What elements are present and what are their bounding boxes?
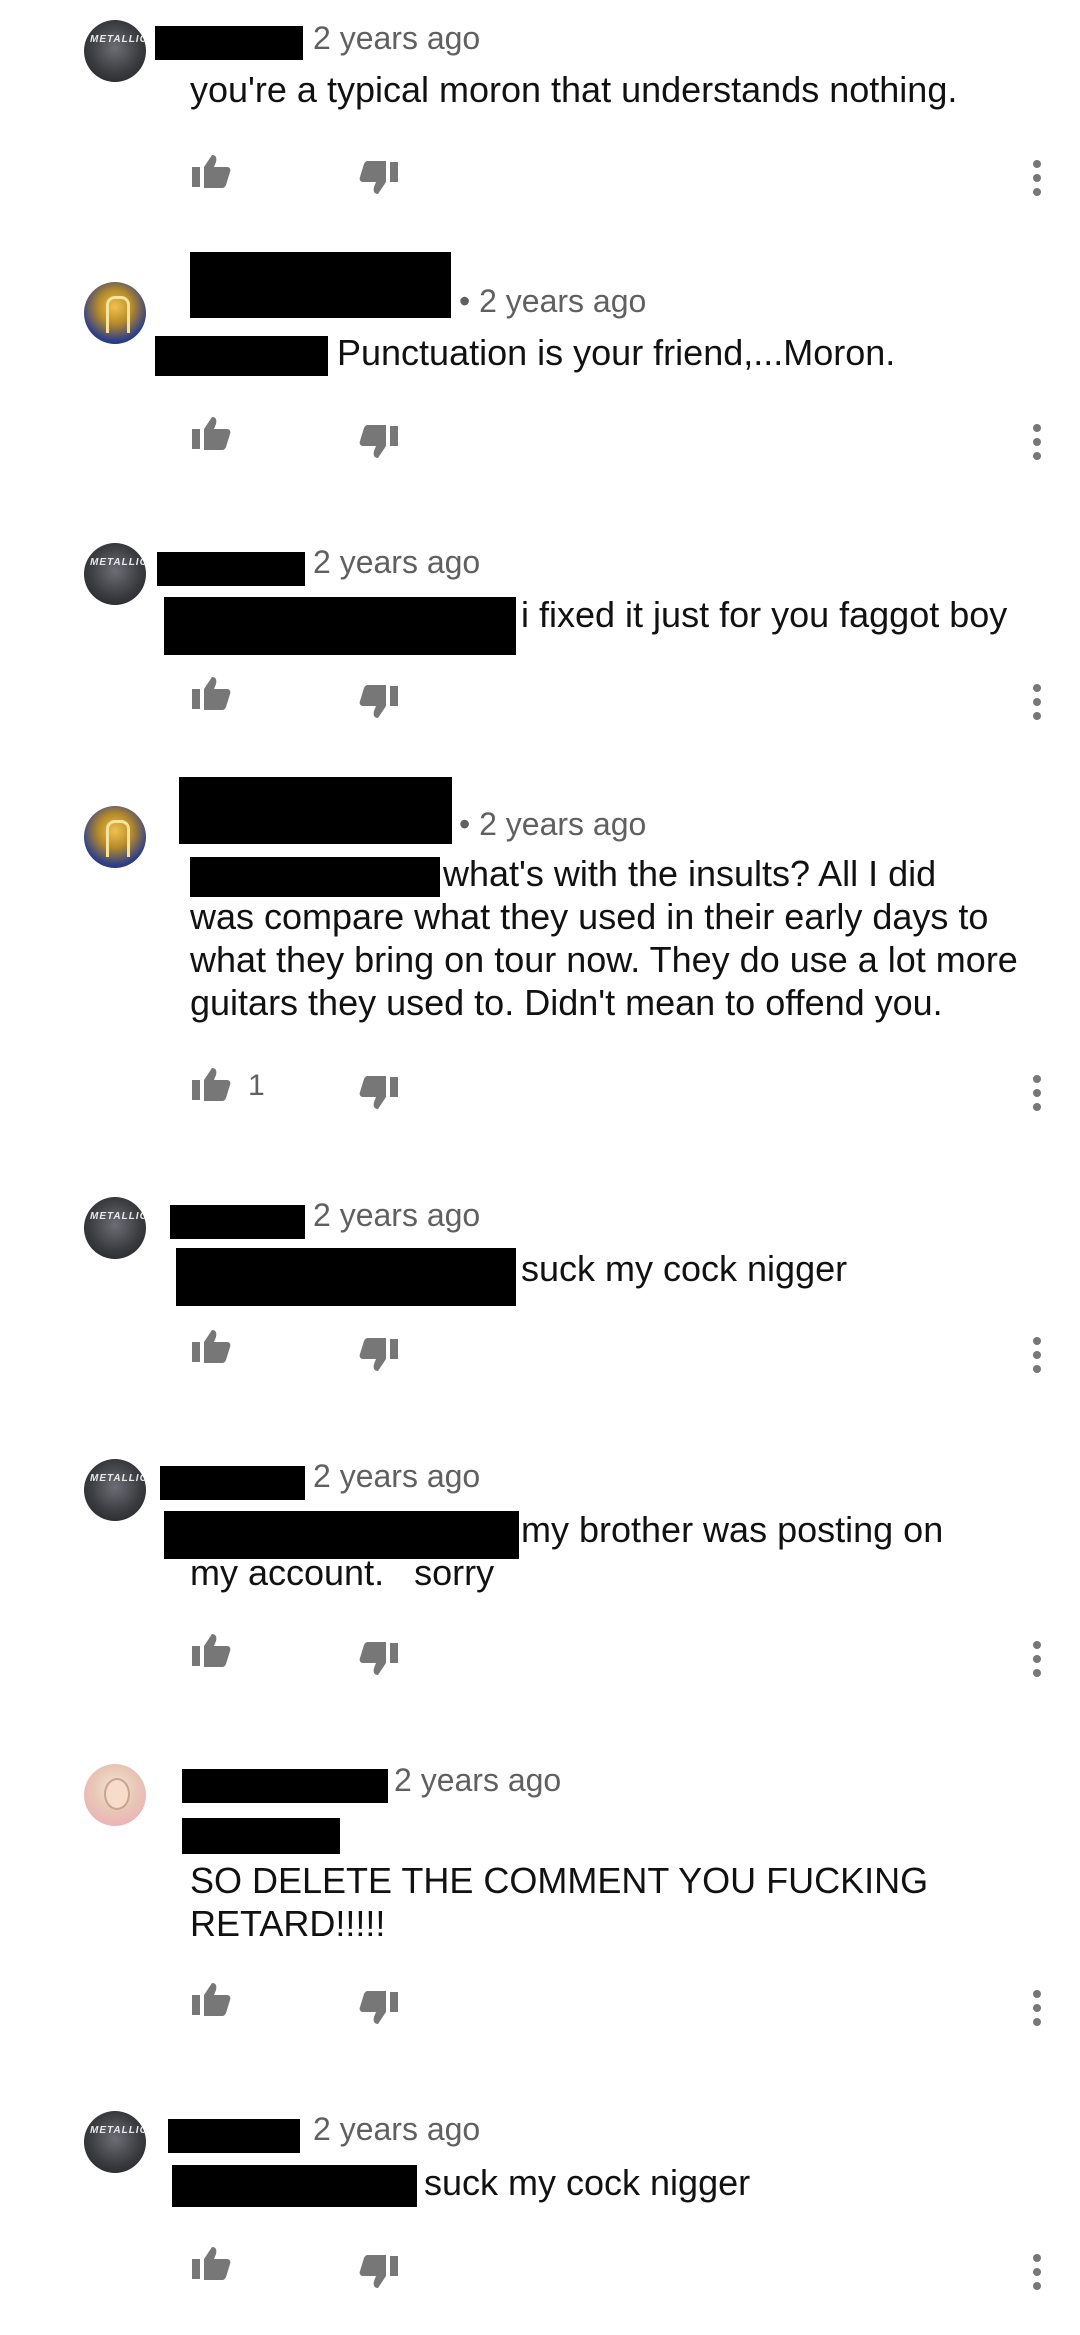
avatar[interactable]: METALLICA	[84, 543, 146, 605]
redacted-author-name	[190, 252, 451, 318]
thumbs-up-icon[interactable]	[190, 153, 232, 189]
redacted-author-name	[157, 552, 305, 586]
comment-text-continued: my account. sorry	[190, 1552, 495, 1593]
redacted-mention	[155, 336, 328, 376]
comment-time: 2 years ago	[394, 1762, 562, 1798]
redacted-author-name	[179, 777, 452, 844]
avatar[interactable]: METALLICA	[84, 20, 146, 82]
redacted-mention	[190, 857, 440, 897]
redacted-author-name	[155, 26, 303, 60]
comment-time: • 2 years ago	[459, 806, 647, 842]
comment-time: 2 years ago	[313, 1197, 481, 1233]
thumbs-down-icon[interactable]	[358, 684, 400, 720]
comment-text: my brother was posting on	[521, 1509, 944, 1550]
comment-time: 2 years ago	[313, 20, 481, 56]
comment-time: • 2 years ago	[459, 283, 647, 319]
more-vertical-icon[interactable]	[1031, 424, 1043, 466]
thumbs-up-icon[interactable]	[190, 1981, 232, 2017]
more-vertical-icon[interactable]	[1031, 1990, 1043, 2032]
thumbs-down-icon[interactable]	[358, 2254, 400, 2290]
redacted-mention	[172, 2165, 417, 2207]
avatar[interactable]: METALLICA	[84, 2111, 146, 2173]
comment-time: 2 years ago	[313, 1458, 481, 1494]
avatar-logo-text: METALLICA	[90, 1211, 146, 1222]
more-vertical-icon[interactable]	[1031, 2254, 1043, 2296]
thumbs-down-icon[interactable]	[358, 424, 400, 460]
comment-time: 2 years ago	[313, 2111, 481, 2147]
thumbs-down-icon[interactable]	[358, 1990, 400, 2026]
more-vertical-icon[interactable]	[1031, 160, 1043, 202]
redacted-mention	[176, 1248, 516, 1306]
comment-text: Punctuation is your friend,...Moron.	[337, 332, 896, 373]
thumbs-up-icon[interactable]	[190, 1328, 232, 1364]
comment-text: what's with the insults? All I did	[443, 853, 937, 894]
thumbs-up-icon[interactable]	[190, 2245, 232, 2281]
redacted-author-name	[168, 2119, 300, 2153]
more-vertical-icon[interactable]	[1031, 1641, 1043, 1683]
comment-text: i fixed it just for you faggot boy	[521, 594, 1008, 635]
avatar[interactable]	[84, 1764, 146, 1826]
more-vertical-icon[interactable]	[1031, 1337, 1043, 1379]
thumbs-down-icon[interactable]	[358, 1075, 400, 1111]
redacted-mention	[164, 597, 516, 655]
comment-text-continued: was compare what they used in their earl…	[190, 896, 1018, 1023]
more-vertical-icon[interactable]	[1031, 684, 1043, 726]
redacted-author-name	[160, 1466, 305, 1500]
redacted-mention	[182, 1818, 340, 1854]
comment-text: suck my cock nigger	[521, 1248, 848, 1289]
avatar[interactable]	[84, 806, 146, 868]
thumbs-down-icon[interactable]	[358, 1337, 400, 1373]
avatar-logo-text: METALLICA	[90, 1473, 146, 1484]
avatar-logo-text: METALLICA	[90, 557, 146, 568]
like-count: 1	[248, 1069, 265, 1102]
thumbs-up-icon[interactable]	[190, 415, 232, 451]
redacted-author-name	[182, 1769, 388, 1803]
more-vertical-icon[interactable]	[1031, 1075, 1043, 1117]
avatar-logo-text: METALLICA	[90, 34, 146, 45]
thumbs-up-icon[interactable]	[190, 675, 232, 711]
thumbs-up-icon[interactable]	[190, 1632, 232, 1668]
avatar[interactable]	[84, 282, 146, 344]
avatar[interactable]: METALLICA	[84, 1459, 146, 1521]
comment-text: you're a typical moron that understands …	[190, 69, 958, 110]
thumbs-down-icon[interactable]	[358, 160, 400, 196]
thumbs-down-icon[interactable]	[358, 1641, 400, 1677]
thumbs-up-icon[interactable]	[190, 1066, 232, 1102]
comment-time: 2 years ago	[313, 544, 481, 580]
comment-text: SO DELETE THE COMMENT YOU FUCKING RETARD…	[190, 1860, 929, 1944]
redacted-author-name	[170, 1205, 305, 1239]
avatar[interactable]: METALLICA	[84, 1197, 146, 1259]
comment-text: suck my cock nigger	[424, 2162, 751, 2203]
avatar-logo-text: METALLICA	[90, 2125, 146, 2136]
